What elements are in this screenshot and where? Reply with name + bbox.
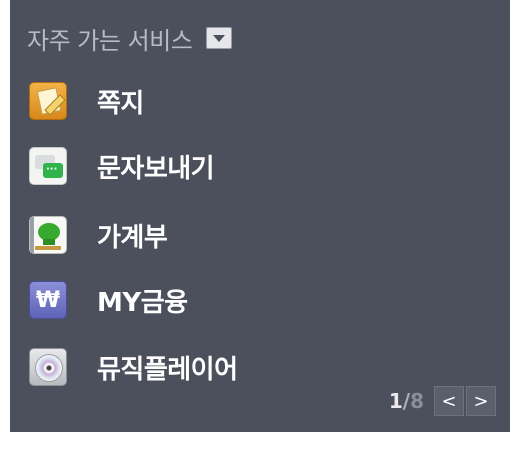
service-label: 뮤직플레이어 [97,354,238,385]
service-label: 가계부 [97,222,168,253]
service-label: 문자보내기 [97,153,215,184]
page-indicator: 1/8 [389,389,424,413]
note-pen-icon [29,82,67,120]
panel-title: 자주 가는 서비스 [27,26,193,55]
pagination: 1/8 < > [389,386,496,416]
chevron-right-icon: > [473,390,489,412]
chevron-left-icon: < [441,390,457,412]
service-label: 쪽지 [97,88,144,119]
account-book-icon [29,216,67,254]
service-item-my-finance[interactable]: ₩ MY금융 [29,275,188,325]
service-item-note[interactable]: 쪽지 [29,76,144,126]
frequent-services-panel: 자주 가는 서비스 쪽지 ··· 문자보내기 가계부 ₩ MY금융 뮤직플레이어 [10,0,510,432]
service-item-account-book[interactable]: 가계부 [29,210,168,260]
triangle-down-icon [213,34,226,42]
prev-page-button[interactable]: < [434,386,464,416]
next-page-button[interactable]: > [466,386,496,416]
services-dropdown-button[interactable] [206,27,233,49]
service-item-music-player[interactable]: 뮤직플레이어 [29,342,238,392]
service-item-sms[interactable]: ··· 문자보내기 [29,141,215,191]
page-total: 8 [410,389,424,413]
music-cd-icon [29,348,67,386]
won-currency-icon: ₩ [29,281,67,319]
service-label: MY금융 [97,287,188,318]
sms-bubble-icon: ··· [29,147,67,185]
page-current: 1 [388,389,403,413]
panel-header: 자주 가는 서비스 [27,18,233,58]
page-separator: / [402,389,411,413]
